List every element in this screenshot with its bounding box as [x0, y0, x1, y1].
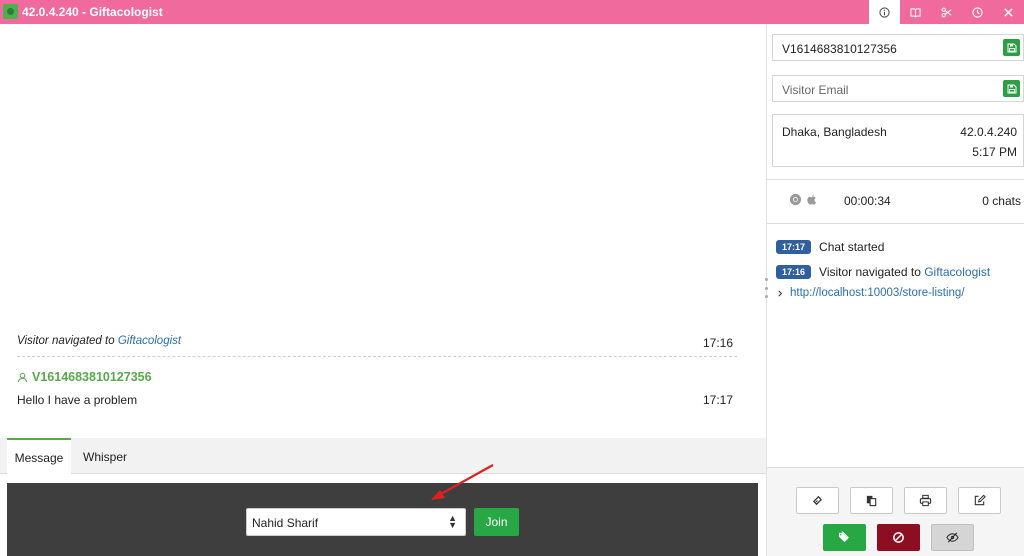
message-text: Hello I have a problem — [17, 393, 138, 407]
visitor-name-value: V1614683810127356 — [782, 42, 897, 56]
app-icon — [3, 4, 18, 19]
divider — [767, 223, 1024, 224]
ticket-button[interactable] — [796, 487, 839, 514]
visitor-name-field[interactable]: V1614683810127356 — [772, 34, 1024, 61]
chat-transcript[interactable]: Visitor navigated to Giftacologist 17:16… — [0, 24, 766, 438]
save-name-button[interactable] — [1003, 39, 1020, 56]
tab-message[interactable]: Message — [7, 438, 71, 474]
event-item: 17:16 Visitor navigated to Giftacologist — [776, 264, 990, 280]
print-icon — [919, 494, 932, 507]
email-placeholder: Visitor Email — [782, 83, 849, 97]
hide-button[interactable] — [931, 524, 974, 551]
visitor-ip: 42.0.4.240 — [960, 125, 1017, 139]
agent-select[interactable]: Nahid Sharif ▲ ▼ — [246, 508, 466, 536]
apple-icon — [807, 194, 816, 205]
message-sender: V1614683810127356 — [17, 370, 152, 384]
copy-icon — [866, 495, 877, 507]
save-icon — [1007, 43, 1016, 52]
chats-count: 0 chats — [982, 194, 1021, 208]
message-time: 17:16 — [702, 336, 733, 350]
sender-name: V1614683810127356 — [32, 370, 152, 384]
tag-button[interactable] — [823, 524, 866, 551]
visited-url-row: http://localhost:10003/store-listing/ — [777, 287, 965, 299]
action-buttons — [767, 467, 1024, 556]
book-icon[interactable] — [900, 0, 931, 24]
tag-icon — [838, 531, 849, 543]
title-bar: 42.0.4.240 - Giftacologist — [0, 0, 1024, 24]
resize-handle[interactable] — [763, 278, 769, 298]
event-time-badge: 17:16 — [776, 265, 812, 279]
system-message-text: Visitor navigated to — [17, 335, 115, 347]
visitor-location: Dhaka, Bangladesh — [782, 125, 887, 139]
copy-button[interactable] — [850, 487, 893, 514]
chevron-right-icon[interactable] — [777, 290, 784, 297]
eye-slash-icon — [946, 532, 959, 543]
annotation-arrow — [431, 464, 494, 500]
edit-icon — [974, 494, 986, 506]
agent-select-value: Nahid Sharif — [252, 516, 319, 530]
system-message: Visitor navigated to Giftacologist 17:16 — [17, 335, 737, 357]
print-button[interactable] — [904, 487, 947, 514]
event-link[interactable]: Giftacologist — [924, 265, 990, 279]
close-icon[interactable] — [993, 0, 1024, 24]
site-link[interactable]: Giftacologist — [118, 335, 181, 347]
event-text: Visitor navigated to — [819, 265, 921, 279]
clock-icon[interactable] — [962, 0, 993, 24]
composer-tabs: Message Whisper — [0, 438, 766, 474]
visitor-stats: 00:00:34 0 chats — [767, 179, 1024, 221]
save-icon — [1007, 84, 1016, 93]
visited-url[interactable]: http://localhost:10003/store-listing/ — [790, 287, 965, 299]
window-title: 42.0.4.240 - Giftacologist — [22, 5, 163, 19]
edit-button[interactable] — [958, 487, 1001, 514]
ban-button[interactable] — [877, 524, 920, 551]
info-icon[interactable] — [869, 0, 900, 24]
save-email-button[interactable] — [1003, 80, 1020, 97]
visitor-sidebar: V1614683810127356 Visitor Email Dhaka, B… — [763, 24, 1024, 556]
visit-duration: 00:00:34 — [844, 194, 891, 208]
join-bar: Nahid Sharif ▲ ▼ Join — [7, 483, 758, 556]
ticket-icon — [812, 495, 823, 506]
user-icon — [17, 372, 28, 382]
message-time: 17:17 — [702, 393, 733, 407]
join-button[interactable]: Join — [474, 508, 519, 536]
ban-icon — [893, 532, 904, 543]
chrome-icon — [789, 193, 802, 206]
visitor-email-field[interactable]: Visitor Email — [772, 75, 1024, 102]
location-box: Dhaka, Bangladesh 42.0.4.240 5:17 PM — [772, 114, 1024, 167]
select-caret-icon: ▲ ▼ — [448, 513, 457, 530]
visitor-local-time: 5:17 PM — [972, 145, 1017, 159]
event-item: 17:17 Chat started — [776, 239, 884, 255]
tab-whisper[interactable]: Whisper — [83, 438, 127, 474]
event-text: Chat started — [819, 240, 885, 254]
event-time-badge: 17:17 — [776, 240, 812, 254]
scissors-icon[interactable] — [931, 0, 962, 24]
